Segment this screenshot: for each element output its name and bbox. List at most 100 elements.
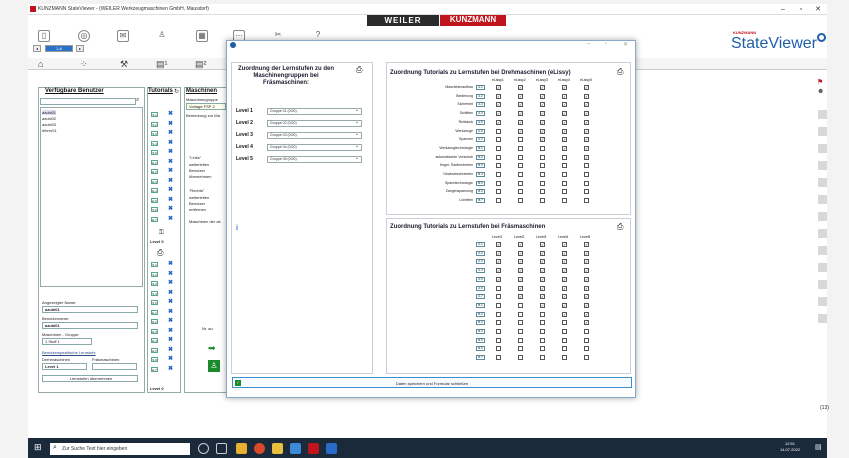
- remove-x-icon[interactable]: ✖: [168, 187, 173, 193]
- remove-x-icon[interactable]: ✖: [168, 159, 173, 165]
- level-checkbox[interactable]: ✓: [518, 85, 523, 90]
- level-checkbox[interactable]: [518, 346, 523, 352]
- windows-start-icon[interactable]: ⊞: [34, 442, 42, 453]
- level-checkbox[interactable]: ✓: [584, 111, 589, 117]
- level-checkbox[interactable]: ✓: [562, 268, 567, 274]
- tutorial-code[interactable]: E.5: [151, 347, 158, 353]
- level-checkbox[interactable]: ✓: [518, 102, 523, 108]
- level-checkbox[interactable]: ✓: [518, 294, 523, 300]
- calculator-icon[interactable]: ▦: [196, 30, 208, 42]
- grid-icon[interactable]: ⁘: [80, 59, 88, 70]
- level-checkbox[interactable]: ✓: [540, 93, 545, 99]
- level-checkbox[interactable]: ✓: [540, 128, 545, 134]
- tutorial-code[interactable]: S.6: [151, 357, 158, 362]
- remove-x-icon[interactable]: ✖: [168, 328, 173, 334]
- remove-x-icon[interactable]: ✖: [168, 197, 173, 203]
- printer-icon[interactable]: ⎙: [157, 248, 163, 258]
- level-checkbox[interactable]: [540, 329, 545, 334]
- side-slot[interactable]: [818, 314, 827, 323]
- level-checkbox[interactable]: ✓: [496, 268, 501, 274]
- level-checkbox[interactable]: ✓: [540, 259, 545, 265]
- tutorial-code[interactable]: E.3: [151, 328, 158, 334]
- remove-x-icon[interactable]: ✖: [168, 121, 173, 127]
- level-checkbox[interactable]: [496, 189, 501, 195]
- level-group-select[interactable]: Gruppe 03 (0/20): [267, 132, 362, 139]
- remove-x-icon[interactable]: ✖: [168, 168, 173, 174]
- level-checkbox[interactable]: ✓: [518, 111, 523, 117]
- remove-x-icon[interactable]: ✖: [168, 216, 173, 222]
- nav-next-button[interactable]: ▸: [76, 45, 84, 52]
- level-group-select[interactable]: Gruppe 05 (0/20): [267, 156, 362, 163]
- remove-x-icon[interactable]: ✖: [168, 111, 173, 117]
- info-icon[interactable]: i: [236, 225, 238, 232]
- user-list[interactable]: [40, 107, 143, 287]
- level-checkbox[interactable]: ✓: [518, 259, 523, 265]
- tutorial-code[interactable]: E.3: [151, 178, 158, 184]
- level-checkbox[interactable]: ✓: [562, 250, 567, 256]
- assign-levels-button[interactable]: Lernstufen übernehmen: [42, 375, 138, 382]
- level-checkbox[interactable]: [540, 189, 545, 195]
- tutorial-code[interactable]: E.7: [151, 216, 158, 222]
- tutorial-code[interactable]: E.2: [151, 169, 158, 174]
- level-checkbox[interactable]: ✓: [584, 128, 589, 134]
- level-checkbox[interactable]: [540, 172, 545, 177]
- level-checkbox[interactable]: [496, 172, 501, 177]
- level-checkbox[interactable]: [584, 198, 589, 204]
- level-checkbox[interactable]: ✓: [518, 268, 523, 274]
- level-checkbox[interactable]: ✓: [518, 128, 523, 134]
- tutorial-code[interactable]: S.1: [151, 262, 158, 267]
- level-checkbox[interactable]: ✓: [540, 119, 545, 125]
- notification-icon[interactable]: ▤: [815, 443, 822, 451]
- maximize-button[interactable]: ▫: [793, 4, 809, 15]
- level-checkbox[interactable]: [496, 329, 501, 334]
- level-checkbox[interactable]: ✓: [518, 276, 523, 282]
- level-checkbox[interactable]: ✓: [496, 119, 501, 125]
- level-checkbox[interactable]: ✓: [584, 268, 589, 274]
- tutorial-code[interactable]: E.5: [151, 197, 158, 203]
- level-checkbox[interactable]: ✓: [518, 242, 523, 247]
- search-icon[interactable]: ⌕: [136, 97, 139, 104]
- level-checkbox[interactable]: ✓: [540, 102, 545, 108]
- level-checkbox[interactable]: [496, 128, 501, 134]
- taskbar-search-input[interactable]: Zur Suche Text hier eingeben: [50, 443, 190, 455]
- level-checkbox[interactable]: [540, 180, 545, 186]
- level-checkbox[interactable]: [496, 137, 501, 143]
- tutorial-code[interactable]: E.4: [151, 188, 158, 193]
- level-checkbox[interactable]: ✓: [562, 145, 567, 151]
- level-checkbox[interactable]: [496, 285, 501, 291]
- level-checkbox[interactable]: [518, 180, 523, 186]
- level-group-select[interactable]: Gruppe 04 (0/20): [267, 144, 362, 151]
- nav-prev-button[interactable]: ◂: [33, 45, 41, 52]
- level-checkbox[interactable]: ✓: [584, 85, 589, 90]
- level-checkbox[interactable]: ✓: [562, 311, 567, 317]
- level-checkbox[interactable]: ✓: [584, 154, 589, 160]
- side-slot[interactable]: [818, 297, 827, 306]
- level-group-select[interactable]: Gruppe 02 (0/20): [267, 120, 362, 127]
- level-checkbox[interactable]: ✓: [562, 137, 567, 143]
- level-checkbox[interactable]: [496, 180, 501, 186]
- level-checkbox[interactable]: [562, 346, 567, 352]
- level-checkbox[interactable]: ✓: [584, 93, 589, 99]
- tutorial-code[interactable]: S.6: [151, 207, 158, 212]
- level-checkbox[interactable]: [584, 163, 589, 169]
- level-checkbox[interactable]: [496, 320, 501, 326]
- document-icon[interactable]: ▯: [38, 30, 50, 42]
- wrench-icon[interactable]: ⚒: [120, 59, 128, 70]
- remove-x-icon[interactable]: ✖: [168, 140, 173, 146]
- level-checkbox[interactable]: ✓: [562, 85, 567, 90]
- level-checkbox[interactable]: ✓: [496, 102, 501, 108]
- side-slot[interactable]: [818, 195, 827, 204]
- level-checkbox[interactable]: ✓: [540, 250, 545, 256]
- level-checkbox[interactable]: ✓: [562, 242, 567, 247]
- level-checkbox[interactable]: [496, 337, 501, 343]
- level-checkbox[interactable]: ✓: [496, 250, 501, 256]
- level-checkbox[interactable]: ✓: [518, 285, 523, 291]
- level-checkbox[interactable]: [584, 346, 589, 352]
- cortana-icon[interactable]: [198, 443, 209, 454]
- user-item[interactable]: lehrer01: [42, 128, 57, 133]
- milling-level-select[interactable]: [92, 363, 137, 370]
- side-slot[interactable]: [818, 212, 827, 221]
- level-checkbox[interactable]: ✓: [584, 320, 589, 326]
- level-checkbox[interactable]: [540, 337, 545, 343]
- level-checkbox[interactable]: [562, 163, 567, 169]
